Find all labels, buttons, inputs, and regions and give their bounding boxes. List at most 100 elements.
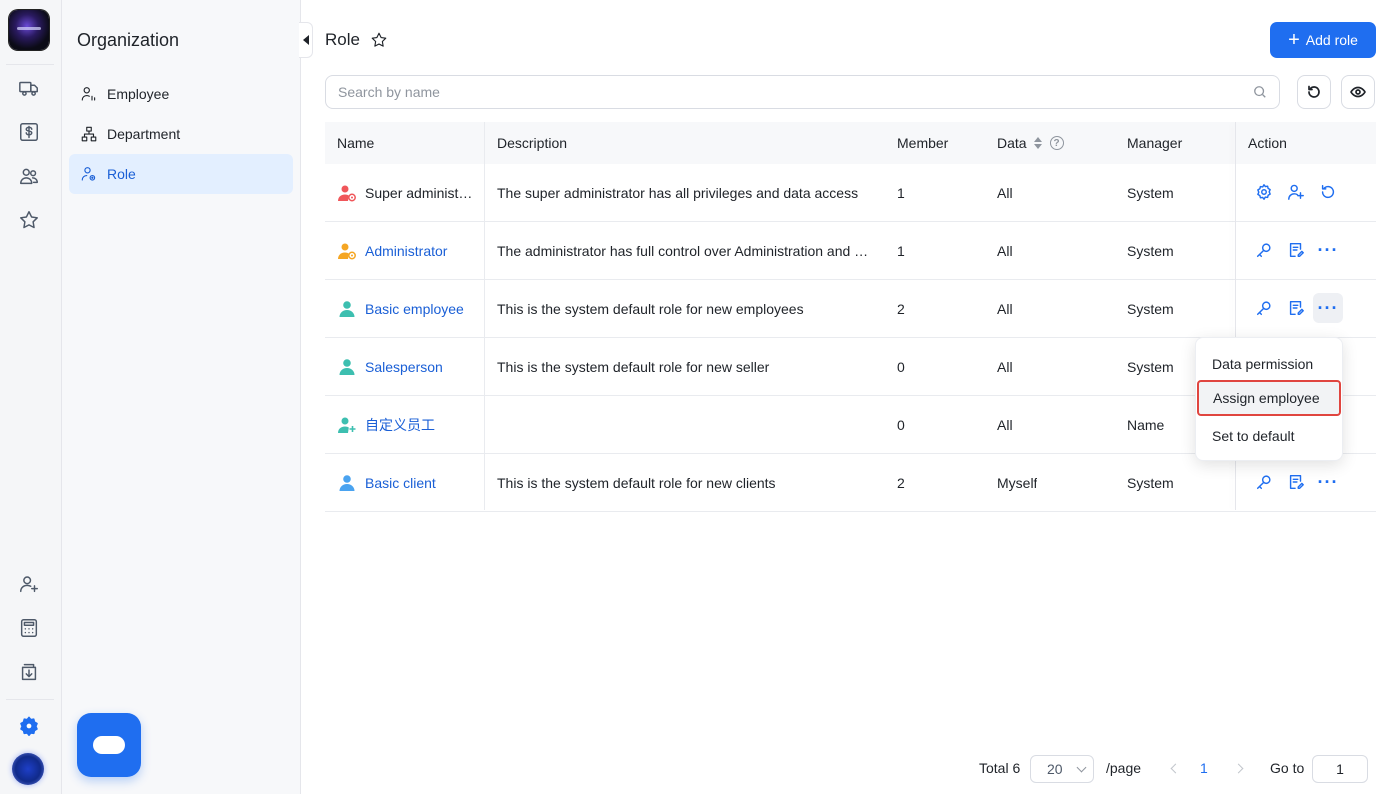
menu-item-assign-employee[interactable]: Assign employee bbox=[1197, 380, 1341, 416]
sidebar-item-label: Role bbox=[107, 166, 136, 182]
data-cell: All bbox=[997, 416, 1013, 433]
key-icon bbox=[1256, 475, 1271, 490]
refresh-icon bbox=[1308, 85, 1320, 98]
page-size-value: 20 bbox=[1047, 761, 1063, 777]
org-chart-icon bbox=[81, 126, 97, 142]
add-user-icon bbox=[1288, 184, 1304, 200]
member-cell: 2 bbox=[897, 474, 905, 491]
edit-document-icon bbox=[1289, 300, 1304, 316]
more-icon: ··· bbox=[1317, 298, 1339, 318]
edit-permission-button[interactable] bbox=[1249, 293, 1279, 323]
member-cell: 0 bbox=[897, 358, 905, 375]
role-name-cell: Basic employee bbox=[337, 280, 477, 337]
chat-bubble-icon bbox=[93, 736, 125, 754]
icon-rail bbox=[0, 0, 62, 794]
edit-details-button[interactable] bbox=[1281, 293, 1311, 323]
role-name[interactable]: Basic client bbox=[365, 475, 436, 491]
page-title: Role bbox=[325, 30, 360, 49]
table-row: Super administ… The super administrator … bbox=[325, 164, 1376, 222]
role-name[interactable]: Salesperson bbox=[365, 359, 443, 375]
search-icon[interactable] bbox=[1253, 85, 1267, 99]
add-role-label: Add role bbox=[1305, 32, 1358, 48]
table-row: Basic employee This is the system defaul… bbox=[325, 280, 1376, 338]
manager-cell: Name bbox=[1127, 416, 1165, 433]
sidebar-item-department[interactable]: Department bbox=[69, 114, 293, 154]
favorite-star-icon[interactable] bbox=[370, 31, 388, 49]
manager-cell: System bbox=[1127, 474, 1174, 491]
prev-page-button[interactable] bbox=[1168, 762, 1182, 776]
reset-button[interactable] bbox=[1313, 177, 1343, 207]
key-icon bbox=[1256, 243, 1271, 258]
search-input[interactable] bbox=[338, 84, 1218, 100]
description-cell: This is the system default role for new … bbox=[497, 358, 770, 375]
view-columns-button[interactable] bbox=[1341, 75, 1375, 109]
download-box-icon[interactable] bbox=[17, 660, 41, 684]
more-actions-button[interactable]: ··· bbox=[1313, 235, 1343, 265]
role-name-cell: Super administ… bbox=[337, 164, 477, 221]
more-actions-button[interactable]: ··· bbox=[1313, 467, 1343, 497]
description-cell bbox=[497, 396, 887, 453]
subnav-title: Organization bbox=[77, 30, 180, 50]
goto-page-input[interactable] bbox=[1312, 755, 1368, 783]
column-header-manager: Manager bbox=[1127, 135, 1183, 151]
edit-document-icon bbox=[1289, 474, 1304, 490]
settings-gear-icon[interactable] bbox=[17, 714, 41, 738]
rail-divider bbox=[6, 64, 54, 65]
refresh-button[interactable] bbox=[1297, 75, 1331, 109]
page-size-select[interactable]: 20 bbox=[1030, 755, 1094, 783]
edit-details-button[interactable] bbox=[1281, 467, 1311, 497]
sidebar-item-role[interactable]: Role bbox=[69, 154, 293, 194]
menu-item-set-to-default[interactable]: Set to default bbox=[1196, 418, 1344, 454]
truck-icon[interactable] bbox=[17, 76, 41, 100]
edit-permission-button[interactable] bbox=[1249, 235, 1279, 265]
role-name[interactable]: 自定义员工 bbox=[365, 415, 435, 435]
column-header-data-label: Data bbox=[997, 135, 1027, 151]
manager-cell: System bbox=[1127, 358, 1174, 375]
sidebar-item-employee[interactable]: Employee bbox=[69, 74, 293, 114]
data-cell: All bbox=[997, 184, 1013, 201]
role-name[interactable]: Super administ… bbox=[365, 185, 472, 201]
reset-icon bbox=[1321, 184, 1335, 199]
goto-label: Go to bbox=[1270, 760, 1305, 776]
role-name[interactable]: Basic employee bbox=[365, 301, 464, 317]
gear-user-icon bbox=[1257, 184, 1271, 200]
invoice-dollar-icon[interactable] bbox=[17, 120, 41, 144]
employee-user-icon bbox=[337, 357, 357, 377]
data-cell: Myself bbox=[997, 474, 1038, 491]
permission-settings-button[interactable] bbox=[1249, 177, 1279, 207]
description-cell: The super administrator has all privileg… bbox=[497, 184, 859, 201]
manager-cell: System bbox=[1127, 300, 1174, 317]
contacts-icon[interactable] bbox=[17, 164, 41, 188]
key-icon bbox=[1256, 301, 1271, 316]
search-box bbox=[325, 75, 1280, 109]
role-name[interactable]: Administrator bbox=[365, 243, 447, 259]
member-cell: 1 bbox=[897, 242, 905, 259]
total-count: Total 6 bbox=[979, 760, 1021, 776]
help-question-icon[interactable]: ? bbox=[1049, 136, 1064, 150]
plus-icon: + bbox=[1288, 29, 1300, 51]
page-number-current[interactable]: 1 bbox=[1200, 760, 1208, 776]
more-actions-button[interactable]: ··· bbox=[1313, 293, 1343, 323]
star-icon[interactable] bbox=[17, 208, 41, 232]
edit-details-button[interactable] bbox=[1281, 235, 1311, 265]
description-cell: This is the system default role for new … bbox=[497, 474, 776, 491]
more-icon: ··· bbox=[1317, 240, 1339, 260]
member-cell: 1 bbox=[897, 184, 905, 201]
menu-item-data-permission[interactable]: Data permission bbox=[1196, 346, 1344, 382]
next-page-button[interactable] bbox=[1233, 762, 1247, 776]
edit-permission-button[interactable] bbox=[1249, 467, 1279, 497]
assign-employee-button[interactable] bbox=[1281, 177, 1311, 207]
more-actions-menu: Data permission Assign employee Set to d… bbox=[1195, 337, 1343, 461]
app-logo[interactable] bbox=[9, 10, 49, 50]
add-role-button[interactable]: + Add role bbox=[1270, 22, 1376, 58]
add-user-icon[interactable] bbox=[17, 572, 41, 596]
edit-document-icon bbox=[1289, 242, 1304, 258]
sort-icon[interactable] bbox=[1033, 137, 1042, 149]
collapse-sidebar-button[interactable] bbox=[299, 22, 313, 58]
table-row: Administrator The administrator has full… bbox=[325, 222, 1376, 280]
rail-divider bbox=[6, 699, 54, 700]
column-header-data[interactable]: Data ? bbox=[997, 122, 1064, 164]
user-avatar[interactable] bbox=[12, 753, 44, 785]
calculator-icon[interactable] bbox=[17, 616, 41, 640]
chat-support-button[interactable] bbox=[77, 713, 141, 777]
